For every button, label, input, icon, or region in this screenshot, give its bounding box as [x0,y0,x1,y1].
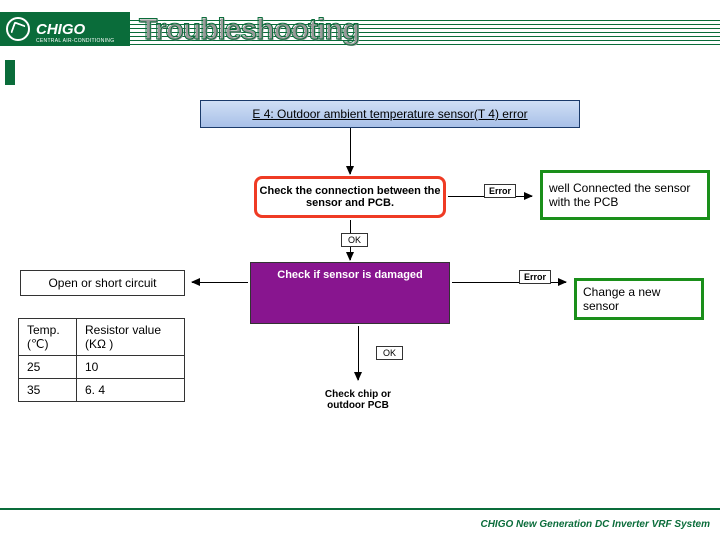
error-code-text: E 4: Outdoor ambient temperature sensor(… [252,107,527,121]
page-title: Troubleshooting [139,13,359,47]
table-row: 35 6. 4 [19,379,185,402]
brand-name: CHIGO [36,21,85,38]
arrow-down-3 [358,326,359,380]
label-error-1: Error [484,184,516,198]
arrow-down-1 [350,128,351,174]
table-header-temp: Temp. (℃) [19,319,77,356]
open-short-circuit: Open or short circuit [20,270,185,296]
brand-sub: CENTRAL AIR-CONDITIONING [36,38,114,44]
header: CHIGO CENTRAL AIR-CONDITIONING Troublesh… [0,8,720,60]
logo-block: CHIGO CENTRAL AIR-CONDITIONING [0,12,130,46]
footer-line [0,508,720,510]
error-code-box: E 4: Outdoor ambient temperature sensor(… [200,100,580,128]
footer-text: CHIGO New Generation DC Inverter VRF Sys… [480,519,710,530]
step-check-connection: Check the connection between the sensor … [254,176,446,218]
label-ok-1: OK [341,233,368,247]
step-check-chip: Check chip or outdoor PCB [308,382,408,418]
step-check-damaged: Check if sensor is damaged [250,262,450,324]
result-well-connected: well Connected the sensor with the PCB [540,170,710,220]
left-notch [5,60,15,85]
label-error-2: Error [519,270,551,284]
table-row: 25 10 [19,356,185,379]
result-change-sensor: Change a new sensor [574,278,704,320]
table-header-row: Temp. (℃) Resistor value (KΩ ) [19,319,185,356]
label-ok-2: OK [376,346,403,360]
table-header-resistor: Resistor value (KΩ ) [77,319,185,356]
fan-icon [6,17,30,41]
arrow-left-osc [192,282,248,283]
resistor-table: Temp. (℃) Resistor value (KΩ ) 25 10 35 … [18,318,185,402]
